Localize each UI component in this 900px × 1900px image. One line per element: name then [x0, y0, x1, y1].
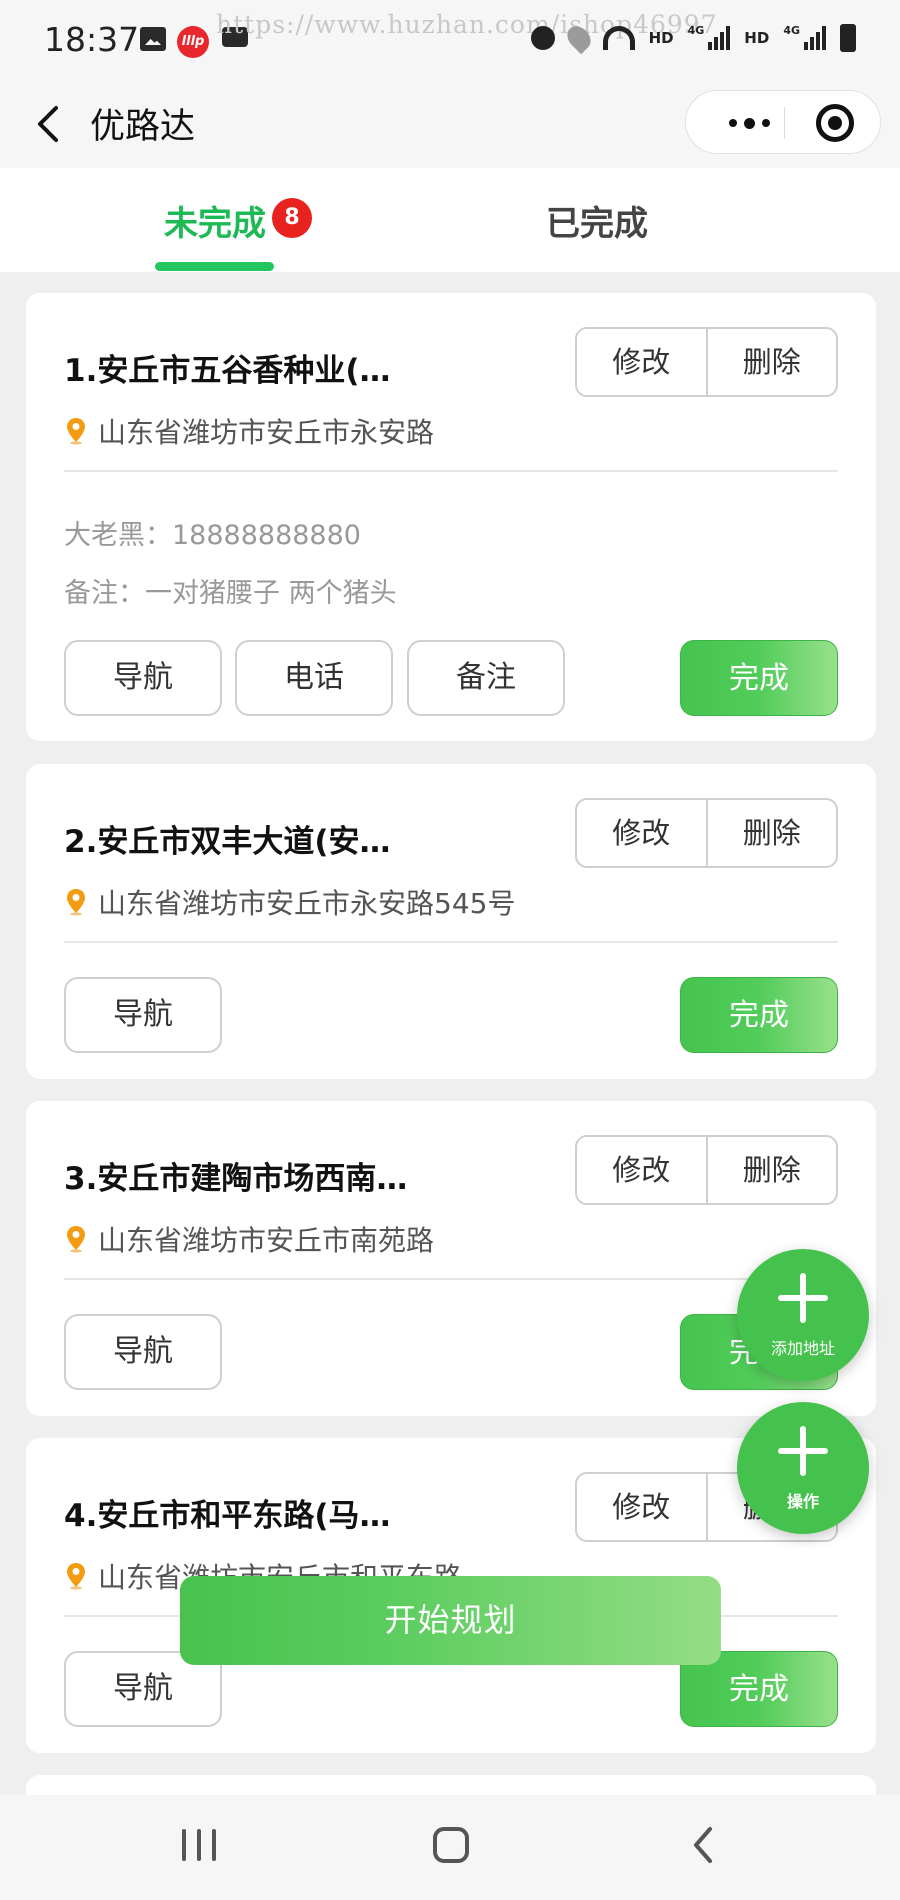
address-text: 山东省潍坊市安丘市南苑路 — [98, 1224, 435, 1257]
signal-icon — [804, 26, 826, 50]
address-row: 山东省潍坊市安丘市永安路 — [64, 411, 434, 451]
active-tab-indicator — [155, 262, 274, 271]
edit-button[interactable]: 修改 — [577, 1137, 708, 1203]
tab-completed[interactable]: 已完成 — [546, 196, 648, 245]
address-card: 2.安丘市双丰大道(安… 修改 删除 山东省潍坊市安丘市永安路545号 导航 完… — [26, 764, 876, 1079]
divider — [64, 941, 838, 943]
signal-icon — [708, 26, 731, 50]
address-card: 3.安丘市建陶市场西南… 修改 删除 山东省潍坊市安丘市南苑路 导航 完成 — [26, 1101, 876, 1416]
delete-button[interactable]: 删除 — [708, 329, 837, 395]
address-text: 山东省潍坊市安丘市永安路545号 — [98, 887, 516, 920]
add-address-label: 添加地址 — [770, 1339, 835, 1358]
address-title: 2.安丘市双丰大道(安… — [64, 824, 391, 860]
network-type-1: 4G — [687, 24, 705, 37]
address-row: 山东省潍坊市安丘市永安路545号 — [64, 882, 515, 922]
battery-icon — [840, 24, 856, 52]
incomplete-count-badge: 8 — [272, 198, 312, 238]
remark-button[interactable]: 备注 — [407, 640, 565, 716]
gallery-icon — [140, 27, 166, 51]
address-text: 山东省潍坊市安丘市永安路 — [98, 416, 435, 449]
location-pin-icon — [67, 1226, 85, 1253]
edit-delete-group: 修改 删除 — [575, 327, 838, 397]
plus-icon — [778, 1273, 828, 1323]
delete-button[interactable]: 删除 — [708, 800, 837, 866]
wifi-icon — [602, 26, 635, 50]
call-button[interactable]: 电话 — [235, 640, 393, 716]
navigate-button[interactable]: 导航 — [64, 977, 222, 1053]
complete-button[interactable]: 完成 — [680, 977, 838, 1053]
location-pin-icon — [67, 418, 85, 445]
location-pin-icon — [67, 889, 85, 916]
status-time: 18:37 — [44, 20, 140, 59]
delete-button[interactable]: 删除 — [708, 1137, 837, 1203]
recent-apps-icon[interactable] — [182, 1829, 216, 1861]
tab-incomplete[interactable]: 未完成 — [164, 196, 266, 245]
system-back-icon[interactable] — [688, 1825, 718, 1865]
divider — [64, 470, 838, 472]
mini-program-capsule — [685, 90, 881, 154]
alarm-icon — [530, 26, 555, 50]
divider — [64, 1278, 838, 1280]
home-icon[interactable] — [433, 1827, 469, 1863]
edit-button[interactable]: 修改 — [577, 800, 708, 866]
page-title: 优路达 — [90, 107, 196, 147]
address-title: 1.安丘市五谷香种业(… — [64, 353, 391, 389]
close-mini-program-icon[interactable] — [816, 104, 854, 142]
edit-button[interactable]: 修改 — [577, 1474, 708, 1540]
status-icons: HD 4G HD 4G — [530, 21, 856, 55]
operations-label: 操作 — [786, 1492, 819, 1511]
capsule-divider — [784, 107, 785, 139]
network-type-2: 4G — [783, 24, 800, 37]
network-label-2: HD — [744, 29, 770, 47]
navigate-button[interactable]: 导航 — [64, 1314, 222, 1390]
edit-delete-group: 修改 删除 — [575, 798, 838, 868]
location-icon — [562, 21, 595, 55]
nav-bar: 优路达 — [0, 80, 900, 168]
network-label-1: HD — [648, 29, 674, 47]
address-title: 3.安丘市建陶市场西南… — [64, 1161, 408, 1197]
plus-icon — [778, 1426, 828, 1476]
location-pin-icon — [67, 1563, 85, 1590]
status-bar: 18:37 lllp https://www.huzhan.com/ishop4… — [0, 0, 900, 80]
operations-fab[interactable]: 操作 — [737, 1402, 869, 1534]
edit-button[interactable]: 修改 — [577, 329, 708, 395]
system-nav-bar — [0, 1795, 900, 1900]
address-row: 山东省潍坊市安丘市南苑路 — [64, 1219, 434, 1259]
edit-delete-group: 修改 删除 — [575, 1135, 838, 1205]
contact-text: 大老黑：18888888880 — [64, 520, 361, 551]
tab-bar: 未完成 8 已完成 — [0, 168, 900, 272]
add-address-fab[interactable]: 添加地址 — [737, 1249, 869, 1381]
back-icon[interactable] — [30, 102, 70, 146]
brand-app-icon: lllp — [177, 26, 209, 58]
address-title: 4.安丘市和平东路(马… — [64, 1498, 391, 1534]
address-card: 1.安丘市五谷香种业(… 修改 删除 山东省潍坊市安丘市永安路 大老黑：1888… — [26, 293, 876, 741]
more-icon[interactable] — [714, 91, 784, 155]
navigate-button[interactable]: 导航 — [64, 640, 222, 716]
note-text: 备注：一对猪腰子 两个猪头 — [64, 578, 397, 609]
start-planning-button[interactable]: 开始规划 — [180, 1576, 721, 1665]
complete-button[interactable]: 完成 — [680, 640, 838, 716]
